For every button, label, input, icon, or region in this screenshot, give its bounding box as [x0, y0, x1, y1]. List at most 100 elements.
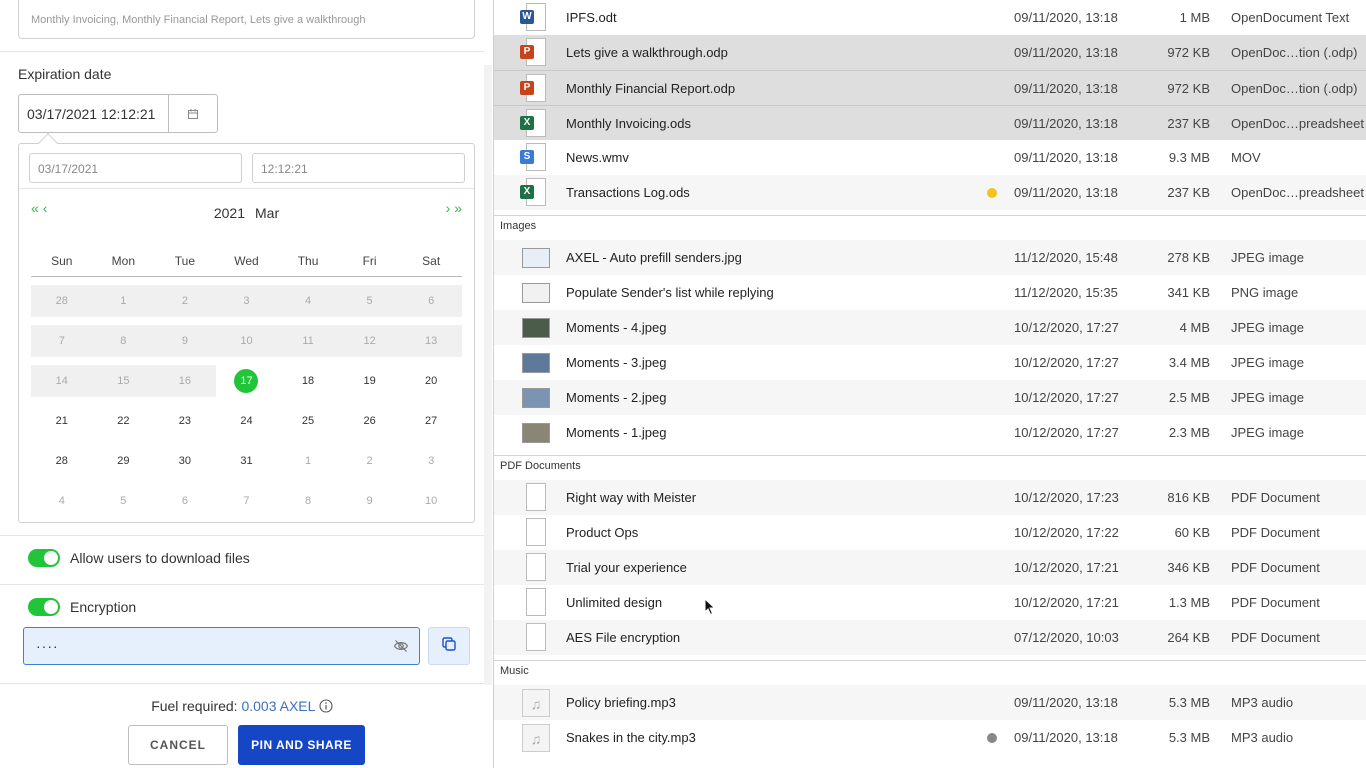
allow-download-toggle[interactable]: [28, 549, 60, 567]
file-row[interactable]: Unlimited design 10/12/2020, 17:21 1.3 MB P…: [494, 585, 1366, 620]
file-row[interactable]: S News.wmv 09/11/2020, 13:18 9.3 MB MOV: [494, 140, 1366, 175]
pin-and-share-button[interactable]: PIN AND SHARE: [238, 725, 365, 765]
file-row[interactable]: Moments - 4.jpeg 10/12/2020, 17:27 4 MB JPE…: [494, 310, 1366, 345]
calendar-day[interactable]: 10: [400, 485, 462, 517]
file-row[interactable]: AES File encryption 07/12/2020, 10:03 264 …: [494, 620, 1366, 655]
file-date: 09/11/2020, 13:18: [1014, 730, 1118, 745]
file-size: 278 KB: [1167, 250, 1210, 265]
file-size: 2.5 MB: [1168, 390, 1210, 405]
file-row[interactable]: ♫ Snakes in the city.mp3 09/11/2020, 13:18…: [494, 720, 1366, 755]
encryption-label: Encryption: [70, 599, 137, 615]
calendar-day[interactable]: 29: [93, 445, 155, 477]
calendar-day[interactable]: 18: [277, 365, 339, 397]
encryption-toggle[interactable]: [28, 598, 60, 616]
calendar-day: 5: [338, 285, 401, 317]
calendar-day[interactable]: 26: [339, 405, 401, 437]
info-icon[interactable]: [319, 698, 333, 714]
file-row[interactable]: X Monthly Invoicing.ods 09/11/2020, 13:18 2…: [494, 105, 1366, 140]
calendar-day[interactable]: 25: [277, 405, 339, 437]
expiration-date-value[interactable]: 03/17/2021 12:12:21: [19, 95, 169, 132]
file-type: MP3 audio: [1231, 695, 1294, 710]
powerpoint-icon: P: [520, 73, 550, 105]
calendar-day[interactable]: 9: [339, 485, 401, 517]
calendar-day[interactable]: 7: [216, 485, 278, 517]
calendar-day-number: 23: [178, 415, 192, 427]
calendar-day[interactable]: 6: [154, 485, 216, 517]
scrollbar[interactable]: [484, 65, 492, 685]
file-date: 09/11/2020, 13:18: [1014, 81, 1118, 96]
file-row[interactable]: Product Ops 10/12/2020, 17:22 60 KB PDF Doc…: [494, 515, 1366, 550]
file-row[interactable]: P Monthly Financial Report.odp 09/11/2020,…: [494, 70, 1366, 105]
file-type: MOV: [1231, 150, 1261, 165]
calendar-week: 4 5 6 7 8 9 10: [31, 485, 462, 517]
eye-off-icon[interactable]: [393, 638, 409, 657]
picker-time-input[interactable]: 12:12:21: [252, 153, 465, 183]
file-name: Monthly Financial Report.odp: [566, 81, 736, 96]
picker-date-input[interactable]: 03/17/2021: [29, 153, 242, 183]
calendar-icon[interactable]: [169, 95, 217, 132]
calendar-day[interactable]: 8: [277, 485, 339, 517]
calendar-day-number: 19: [363, 375, 376, 387]
file-size: 5.3 MB: [1168, 730, 1210, 745]
calendar-day[interactable]: 20: [400, 365, 462, 397]
calendar-day-selected[interactable]: 17: [216, 365, 278, 397]
divider: [0, 584, 484, 585]
calendar-day[interactable]: 28: [31, 445, 93, 477]
calendar-day[interactable]: 30: [154, 445, 216, 477]
calendar-day[interactable]: 22: [93, 405, 155, 437]
file-size: 2.3 MB: [1168, 425, 1210, 440]
file-row[interactable]: X Transactions Log.ods 09/11/2020, 13:18 23…: [494, 175, 1366, 210]
file-row[interactable]: ♫ Policy briefing.mp3 09/11/2020, 13:18 5.3…: [494, 685, 1366, 720]
fuel-label: Fuel required:: [151, 698, 238, 714]
calendar-day[interactable]: 5: [93, 485, 155, 517]
calendar-day: 12: [338, 325, 401, 357]
file-row[interactable]: AXEL - Auto prefill senders.jpg 11/12/202…: [494, 240, 1366, 275]
picker-caret: [38, 133, 58, 153]
weekday-header: Sun Mon Tue Wed Thu Fri Sat: [31, 254, 462, 268]
file-size: 346 KB: [1167, 560, 1210, 575]
calendar-week: 28 29 30 31 1 2 3: [31, 445, 462, 477]
file-name: Moments - 3.jpeg: [566, 355, 667, 370]
month-label[interactable]: Mar: [255, 205, 279, 221]
video-icon-badge: S: [520, 150, 534, 164]
copy-password-button[interactable]: [428, 627, 470, 665]
expiration-date-input[interactable]: 03/17/2021 12:12:21: [18, 94, 218, 133]
next-year-icon[interactable]: »: [454, 200, 462, 216]
file-row[interactable]: P Lets give a walkthrough.odp 09/11/2020, …: [494, 35, 1366, 70]
file-row[interactable]: Moments - 1.jpeg 10/12/2020, 17:27 2.3 MB J…: [494, 415, 1366, 450]
cancel-button[interactable]: CANCEL: [128, 725, 228, 765]
file-name: Lets give a walkthrough.odp: [566, 45, 728, 60]
calendar-day-number: 12: [363, 335, 376, 347]
pdf-icon: [526, 623, 546, 651]
calendar-day: 11: [277, 325, 339, 357]
calendar-day[interactable]: 31: [216, 445, 278, 477]
calendar-day-number: 20: [425, 375, 438, 387]
calendar-day[interactable]: 4: [31, 485, 93, 517]
calendar-day[interactable]: 27: [400, 405, 462, 437]
calendar-day[interactable]: 19: [339, 365, 401, 397]
calendar-day[interactable]: 3: [400, 445, 462, 477]
divider: [0, 51, 484, 52]
calendar-day[interactable]: 23: [154, 405, 216, 437]
year-label[interactable]: 2021: [214, 205, 245, 221]
calendar-day-number: 28: [55, 295, 68, 307]
calendar-day[interactable]: 2: [339, 445, 401, 477]
calendar-day[interactable]: 21: [31, 405, 93, 437]
calendar-day[interactable]: 24: [216, 405, 278, 437]
next-month-icon[interactable]: ›: [446, 200, 451, 216]
file-date: 09/11/2020, 13:18: [1014, 10, 1118, 25]
calendar-week: 7 8 9 10 11 12 13: [31, 325, 462, 357]
file-row[interactable]: Moments - 2.jpeg 10/12/2020, 17:27 2.5 MB J…: [494, 380, 1366, 415]
section-divider: [494, 660, 1366, 661]
selected-files-field[interactable]: Monthly Invoicing, Monthly Financial Rep…: [18, 0, 475, 39]
file-row[interactable]: Moments - 3.jpeg 10/12/2020, 17:27 3.4 MB J…: [494, 345, 1366, 380]
calendar-day[interactable]: 1: [277, 445, 339, 477]
file-row[interactable]: Populate Sender's list while replying 11/…: [494, 275, 1366, 310]
divider: [31, 276, 462, 277]
password-input[interactable]: ····: [23, 627, 420, 665]
file-row[interactable]: Trial your experience 10/12/2020, 17:21 34…: [494, 550, 1366, 585]
file-row[interactable]: W IPFS.odt 09/11/2020, 13:18 1 MB OpenDocume…: [494, 0, 1366, 35]
calendar-week: 21 22 23 24 25 26 27: [31, 405, 462, 437]
calendar-day: 4: [277, 285, 339, 317]
file-row[interactable]: Right way with Meister 10/12/2020, 17:23 8…: [494, 480, 1366, 515]
